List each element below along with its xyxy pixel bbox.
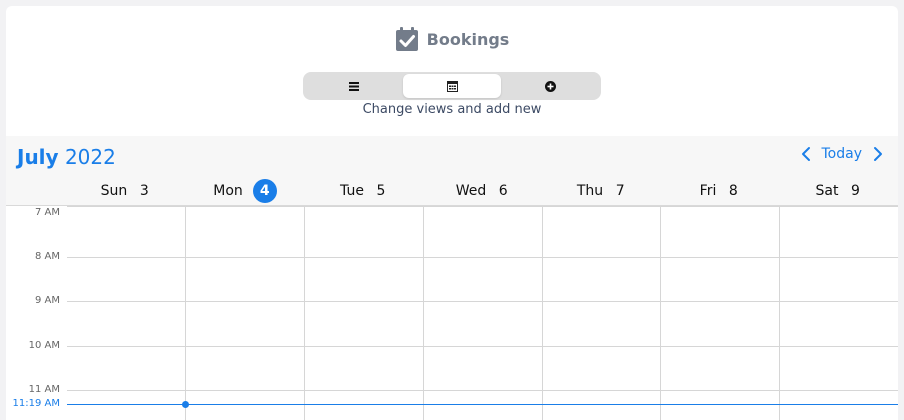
weekday-header: Sun 3 Mon 4 Tue 5 Wed 6 Thu 7 Fri 8 Sat 9: [6, 176, 898, 206]
time-grid: 7 AM 8 AM 9 AM 10 AM 11 AM 11:19 AM: [6, 206, 898, 420]
current-time-dot: [182, 401, 189, 408]
calendar-view-button[interactable]: [403, 74, 501, 98]
day-column-divider: [779, 206, 780, 420]
hour-line: [67, 346, 898, 347]
hour-line: [67, 257, 898, 258]
view-switcher: [303, 72, 601, 100]
hour-label: 10 AM: [28, 340, 60, 351]
day-column-divider: [185, 206, 186, 420]
day-column-divider: [304, 206, 305, 420]
day-name: Mon: [213, 183, 243, 199]
month-label: July: [17, 145, 59, 169]
hour-line: [67, 390, 898, 391]
hour-line: [67, 301, 898, 302]
add-new-button[interactable]: [501, 74, 599, 98]
chevron-left-icon[interactable]: [800, 146, 812, 162]
app-title: Bookings: [426, 29, 510, 49]
day-number: 9: [851, 183, 860, 199]
plus-circle-icon: [544, 80, 556, 92]
day-number: 8: [728, 183, 738, 199]
day-header-sat[interactable]: Sat 9: [780, 176, 898, 206]
day-header-wed[interactable]: Wed 6: [424, 176, 542, 206]
day-number: 7: [615, 183, 625, 199]
today-date-badge: 4: [252, 179, 277, 203]
current-time-line: [67, 404, 898, 405]
current-time-label: 11:19 AM: [12, 398, 60, 409]
day-header-thu[interactable]: Thu 7: [543, 176, 661, 206]
brand: Bookings: [6, 26, 898, 52]
hour-line: [67, 206, 898, 207]
hour-label: 11 AM: [28, 384, 60, 395]
today-button[interactable]: Today: [822, 146, 863, 162]
day-name: Wed: [455, 183, 487, 199]
day-number: 5: [376, 183, 386, 199]
day-header-fri[interactable]: Fri 8: [661, 176, 779, 206]
calendar-grid-icon: [446, 80, 458, 92]
chevron-right-icon[interactable]: [872, 146, 884, 162]
hour-label: 8 AM: [34, 251, 60, 262]
day-header-mon[interactable]: Mon 4: [186, 176, 304, 206]
calendar: July 2022 Today Sun 3 Mon 4 Tue 5 Wed 6 Thu 7 Fri 8…: [6, 136, 898, 420]
view-hint: Change views and add new: [362, 102, 542, 117]
list-view-button[interactable]: [305, 74, 403, 98]
day-number: 3: [139, 183, 149, 199]
bookings-card: Bookings Change views and add new July 2…: [6, 6, 898, 420]
calendar-header: July 2022 Today Sun 3 Mon 4 Tue 5 Wed 6 Thu 7 Fri 8…: [6, 136, 898, 206]
day-header-sun[interactable]: Sun 3: [67, 176, 185, 206]
day-column-divider: [542, 206, 543, 420]
day-name: Sun: [100, 183, 128, 199]
list-icon: [349, 81, 359, 91]
year-label: 2022: [64, 145, 116, 169]
day-name: Sat: [815, 183, 839, 199]
day-column-divider: [423, 206, 424, 420]
day-name: Thu: [576, 183, 604, 199]
calendar-nav: Today: [800, 146, 885, 162]
day-column-divider: [660, 206, 661, 420]
month-title: July 2022: [17, 145, 116, 169]
hour-label: 9 AM: [34, 295, 60, 306]
calendar-check-icon: [395, 27, 418, 51]
day-number: 6: [498, 183, 508, 199]
day-name: Fri: [699, 183, 717, 199]
hour-label: 7 AM: [34, 207, 60, 218]
header: Bookings Change views and add new: [6, 6, 898, 136]
day-name: Tue: [340, 183, 364, 199]
day-header-tue[interactable]: Tue 5: [305, 176, 423, 206]
